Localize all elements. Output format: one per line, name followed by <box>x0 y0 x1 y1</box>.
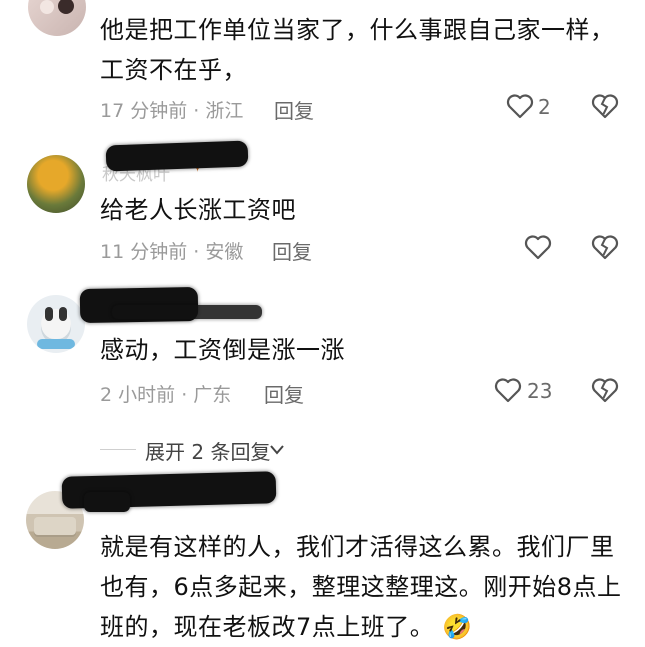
heart-outline-icon[interactable] <box>494 377 522 403</box>
comment-line: 也有，6点多起来，整理这整理这。刚开始8点上 <box>100 573 622 601</box>
comment-time: 11 分钟前 <box>100 241 188 263</box>
redaction-bar <box>84 492 130 512</box>
comment-location: 广东 <box>193 384 232 406</box>
comment-line: 班的，现在老板改7点上班了。 <box>100 613 435 641</box>
avatar[interactable] <box>28 0 86 36</box>
comment-location: 浙江 <box>205 100 244 122</box>
redaction-bar <box>112 305 262 319</box>
comment-time: 17 分钟前 <box>100 100 188 122</box>
expand-replies-label: 展开 2 条回复 <box>145 440 271 464</box>
comment-line: 感动，工资倒是涨一涨 <box>100 336 345 364</box>
comment-meta: 11 分钟前 · 安徽 <box>100 237 243 264</box>
like-count: 2 <box>538 95 551 119</box>
chevron-down-icon <box>270 445 284 455</box>
redaction-bar <box>105 140 249 172</box>
comment-time: 2 小时前 <box>100 384 176 406</box>
avatar[interactable] <box>27 155 85 213</box>
broken-heart-icon[interactable] <box>591 234 619 260</box>
reply-button[interactable]: 回复 <box>264 379 304 408</box>
meta-separator: · <box>193 100 200 122</box>
comment-line: 就是有这样的人，我们才活得这么累。我们厂里 <box>100 533 615 561</box>
comment-text: 他是把工作单位当家了，什么事跟自己家一样， 工资不在乎， <box>100 10 615 90</box>
reply-button[interactable]: 回复 <box>274 95 314 124</box>
laughing-emoji-icon: 🤣 <box>442 613 473 641</box>
comment-line: 工资不在乎， <box>100 56 247 84</box>
comment-line: 他是把工作单位当家了，什么事跟自己家一样， <box>100 16 615 44</box>
comment-text: 给老人长涨工资吧 <box>100 190 296 230</box>
heart-outline-icon[interactable] <box>524 234 552 260</box>
comment-location: 安徽 <box>205 241 244 263</box>
meta-separator: · <box>193 241 200 263</box>
broken-heart-icon[interactable] <box>591 93 619 119</box>
comment-line: 给老人长涨工资吧 <box>100 196 296 224</box>
comment-text: 感动，工资倒是涨一涨 <box>100 330 345 370</box>
meta-separator: · <box>181 384 188 406</box>
like-count: 23 <box>527 379 553 403</box>
comment-text: 就是有这样的人，我们才活得这么累。我们厂里 也有，6点多起来，整理这整理这。刚开… <box>100 527 640 647</box>
broken-heart-icon[interactable] <box>591 377 619 403</box>
avatar[interactable] <box>27 295 85 353</box>
comment-meta: 17 分钟前 · 浙江 <box>100 96 243 123</box>
comment-meta: 2 小时前 · 广东 <box>100 380 231 407</box>
heart-outline-icon[interactable] <box>506 93 534 119</box>
expand-divider <box>100 449 136 450</box>
reply-button[interactable]: 回复 <box>272 236 312 265</box>
